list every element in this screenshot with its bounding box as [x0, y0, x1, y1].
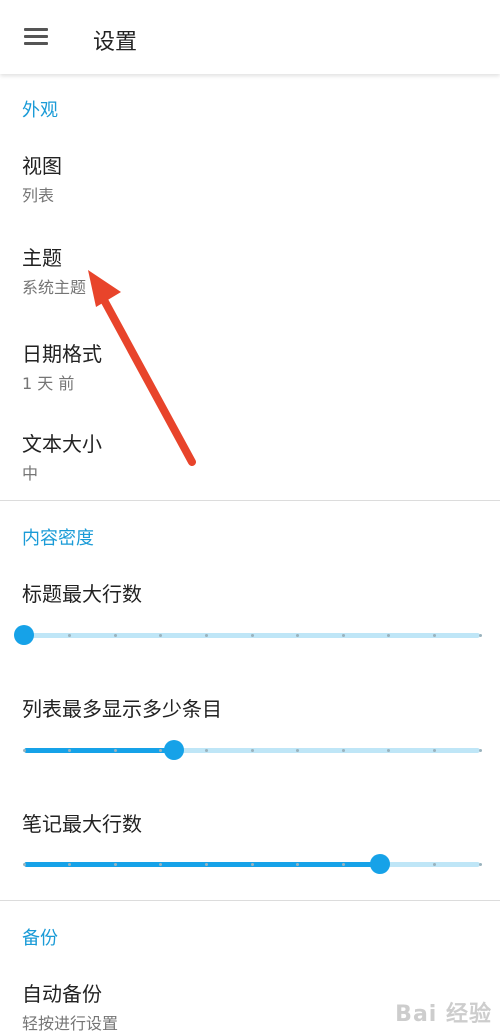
slider-tick — [341, 863, 345, 866]
section-header-appearance: 外观 — [22, 100, 58, 121]
slider-tick — [113, 749, 117, 752]
slider-title-note-max-lines: 笔记最大行数 — [22, 812, 142, 836]
pref-title: 日期格式 — [22, 342, 102, 366]
slider-tick — [478, 749, 482, 752]
slider-tick — [204, 634, 208, 637]
slider-list-max-items[interactable] — [14, 735, 490, 765]
slider-tick — [432, 749, 436, 752]
pref-theme[interactable]: 主题 系统主题 — [0, 242, 500, 322]
slider-title-list-max-items: 列表最多显示多少条目 — [22, 697, 222, 721]
watermark-logo: Bai 经验 — [395, 1002, 492, 1027]
slider-tick — [250, 634, 254, 637]
slider-tick — [250, 749, 254, 752]
pref-summary: 轻按进行设置 — [22, 1014, 119, 1033]
slider-max-title-lines[interactable] — [14, 620, 490, 650]
slider-tick — [250, 863, 254, 866]
pref-view[interactable]: 视图 列表 — [0, 150, 500, 230]
slider-tick — [432, 863, 436, 866]
pref-title: 自动备份 — [22, 982, 102, 1006]
slider-thumb[interactable] — [164, 740, 185, 760]
pref-summary: 中 — [22, 464, 39, 483]
pref-summary: 1 天 前 — [22, 374, 75, 393]
page-title: 设置 — [93, 30, 138, 55]
section-header-backup: 备份 — [22, 928, 58, 949]
slider-fill — [24, 748, 175, 753]
slider-tick — [341, 749, 345, 752]
section-header-density: 内容密度 — [22, 528, 94, 549]
divider — [0, 900, 500, 901]
slider-fill — [24, 862, 380, 867]
pref-date-format[interactable]: 日期格式 1 天 前 — [0, 338, 500, 418]
slider-tick — [113, 634, 117, 637]
slider-tick — [478, 863, 482, 866]
slider-thumb[interactable] — [14, 625, 34, 645]
slider-note-max-lines[interactable] — [14, 849, 490, 879]
slider-thumb[interactable] — [369, 854, 390, 874]
slider-tick — [204, 863, 208, 866]
pref-summary: 系统主题 — [22, 278, 87, 297]
pref-title: 文本大小 — [22, 432, 102, 456]
slider-tick — [22, 863, 26, 866]
slider-tick — [22, 749, 26, 752]
pref-summary: 列表 — [22, 186, 55, 205]
slider-tick — [478, 634, 482, 637]
slider-tick — [432, 634, 436, 637]
divider — [0, 500, 500, 501]
slider-title-max-title-lines: 标题最大行数 — [22, 582, 142, 606]
menu-icon[interactable] — [24, 28, 48, 46]
pref-title: 视图 — [22, 154, 62, 178]
pref-title: 主题 — [22, 246, 62, 270]
slider-tick — [341, 634, 345, 637]
pref-text-size[interactable]: 文本大小 中 — [0, 428, 500, 508]
slider-tick — [204, 749, 208, 752]
toolbar: 设置 — [0, 0, 500, 74]
slider-tick — [113, 863, 117, 866]
